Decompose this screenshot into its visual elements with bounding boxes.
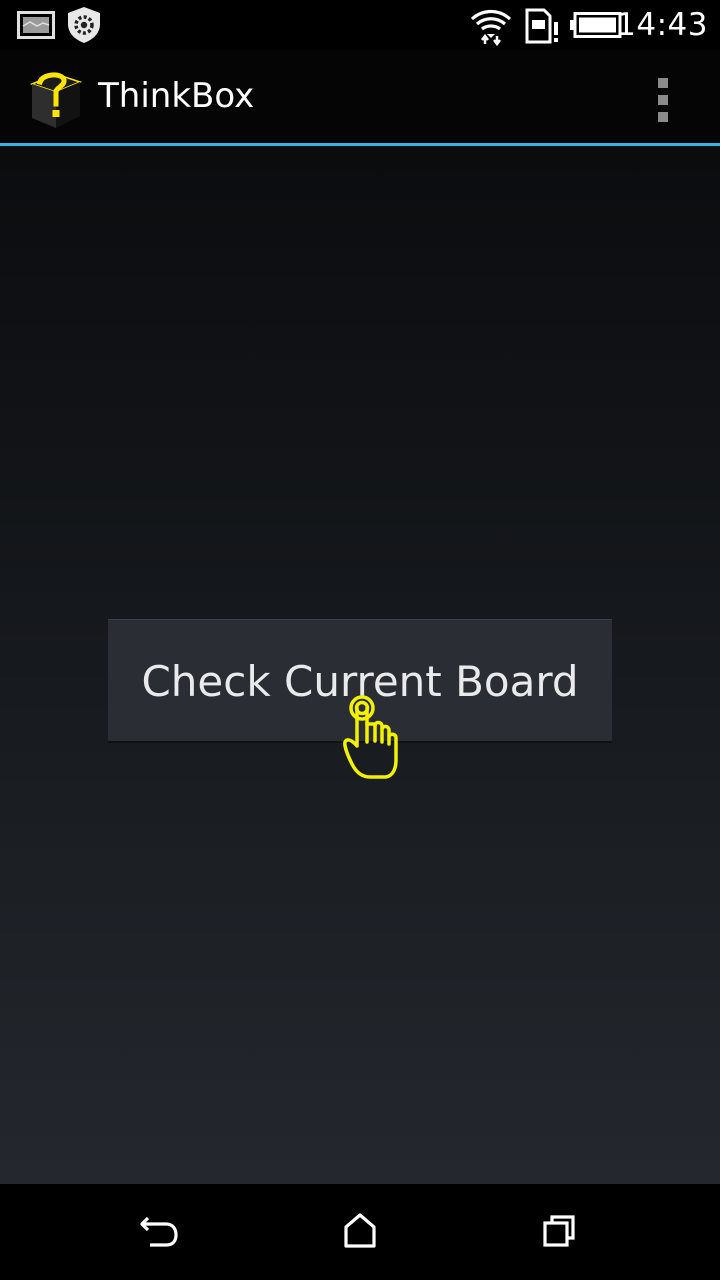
check-current-board-button[interactable]: Check Current Board (108, 619, 612, 743)
status-bar: 14:43 (0, 0, 720, 50)
sim-card-alert-icon (524, 8, 560, 48)
back-icon[interactable] (138, 1210, 186, 1254)
app-title: ThinkBox (98, 76, 255, 116)
action-bar: ThinkBox (0, 50, 720, 146)
image-notification-icon (17, 10, 55, 44)
navigation-bar (0, 1184, 720, 1280)
settings-notification-icon (66, 6, 102, 48)
battery-full-icon (570, 12, 622, 42)
thinkbox-logo-icon (28, 70, 84, 134)
overflow-menu-icon[interactable] (652, 76, 676, 124)
main-content: Check Current Board (0, 146, 720, 1184)
status-clock: 14:43 (616, 7, 708, 43)
screen: 14:43 ThinkBox Check Current Board (0, 0, 720, 1280)
recent-apps-icon[interactable] (536, 1210, 584, 1254)
home-icon[interactable] (336, 1210, 384, 1254)
wifi-icon (470, 6, 512, 50)
